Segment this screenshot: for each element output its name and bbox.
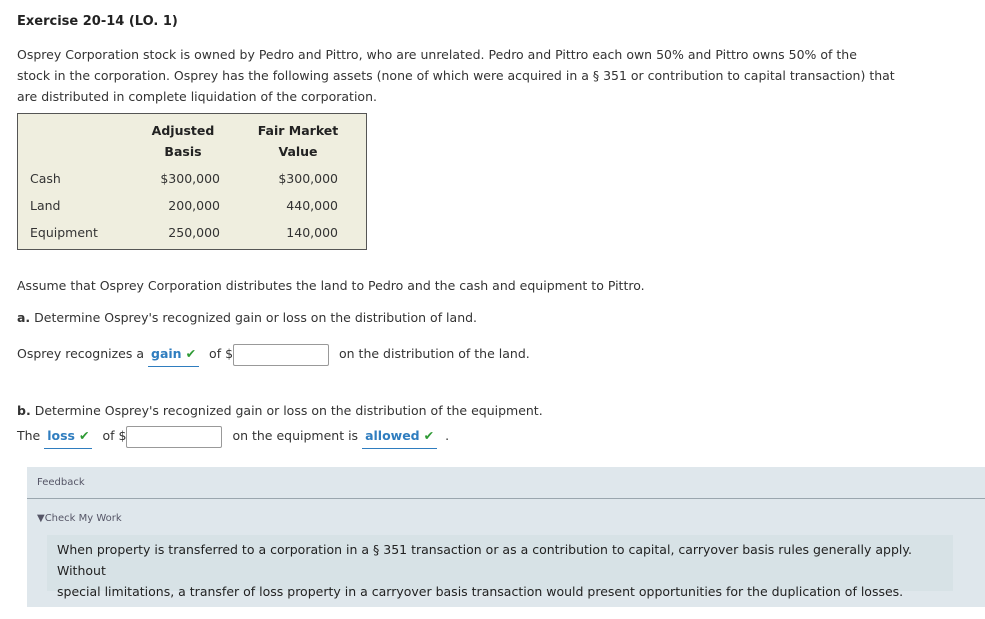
part-b-answer: The loss ✔ of $ on the equipment is allow… xyxy=(17,425,449,449)
fmv-equipment: 140,000 xyxy=(286,225,338,240)
part-b-amount-input[interactable] xyxy=(126,425,223,448)
part-a-question: a. Determine Osprey's recognized gain or… xyxy=(17,310,477,325)
part-a-prefix: Osprey recognizes a xyxy=(17,346,145,361)
feedback-line-2: special limitations, a transfer of loss … xyxy=(57,584,904,599)
part-a-of-label: of $ xyxy=(209,346,234,361)
intro-line-2: stock in the corporation. Osprey has the… xyxy=(17,68,895,83)
part-a-answer: Osprey recognizes a gain ✔ of $ on the di… xyxy=(17,343,530,367)
header-basis: Basis xyxy=(164,144,202,159)
part-a-suffix: on the distribution of the land. xyxy=(339,346,530,361)
asset-name-cash: Cash xyxy=(30,171,61,186)
assumption-text: Assume that Osprey Corporation distribut… xyxy=(17,278,645,293)
part-b-of-label: of $ xyxy=(102,428,127,443)
exercise-title: Exercise 20-14 (LO. 1) xyxy=(17,14,178,29)
check-my-work-label: Check My Work xyxy=(44,513,122,524)
feedback-panel: Feedback ▼Check My Work When property is… xyxy=(27,467,985,607)
part-b-question-text: Determine Osprey's recognized gain or lo… xyxy=(34,403,543,418)
part-b-allowed-select[interactable]: allowed ✔ xyxy=(362,425,438,449)
part-a-question-text: Determine Osprey's recognized gain or lo… xyxy=(34,310,478,325)
check-icon: ✔ xyxy=(423,428,435,443)
fmv-cash: $300,000 xyxy=(278,171,338,186)
basis-cash: $300,000 xyxy=(160,171,220,186)
part-a-amount-input[interactable] xyxy=(233,343,330,366)
part-b-end: . xyxy=(445,428,450,443)
part-a-gain-loss-select[interactable]: gain ✔ xyxy=(148,343,200,367)
basis-land: 200,000 xyxy=(168,198,220,213)
asset-name-land: Land xyxy=(30,198,61,213)
triangle-down-icon: ▼ xyxy=(37,513,45,524)
part-b-question: b. Determine Osprey's recognized gain or… xyxy=(17,403,543,418)
assets-table: Adjusted Basis Fair Market Value Cash $3… xyxy=(17,113,367,250)
header-adjusted-basis: Adjusted Basis xyxy=(138,120,228,162)
feedback-text: When property is transferred to a corpor… xyxy=(47,535,953,599)
header-fair-market: Fair Market xyxy=(257,123,339,138)
asset-name-equipment: Equipment xyxy=(30,225,98,240)
header-adjusted: Adjusted xyxy=(151,123,215,138)
header-value: Value xyxy=(278,144,318,159)
part-b-prefix: The xyxy=(17,428,41,443)
intro-paragraph: Osprey Corporation stock is owned by Ped… xyxy=(17,44,897,107)
part-b-middle: on the equipment is xyxy=(232,428,359,443)
part-a-letter: a. xyxy=(17,310,31,325)
feedback-line-1: When property is transferred to a corpor… xyxy=(57,542,912,578)
intro-line-3: are distributed in complete liquidation … xyxy=(17,89,377,104)
feedback-label: Feedback xyxy=(37,477,85,488)
intro-line-1: Osprey Corporation stock is owned by Ped… xyxy=(17,47,857,62)
feedback-divider xyxy=(27,498,985,499)
fmv-land: 440,000 xyxy=(286,198,338,213)
check-my-work-toggle[interactable]: ▼Check My Work xyxy=(37,513,122,524)
part-b-selection-1: loss xyxy=(47,428,75,443)
header-fair-market-value: Fair Market Value xyxy=(248,120,348,162)
check-icon: ✔ xyxy=(185,346,197,361)
part-a-selection: gain xyxy=(151,346,182,361)
check-icon: ✔ xyxy=(79,428,90,443)
basis-equipment: 250,000 xyxy=(168,225,220,240)
part-b-gain-loss-select[interactable]: loss ✔ xyxy=(44,425,93,449)
part-b-selection-2: allowed xyxy=(365,428,420,443)
part-b-letter: b. xyxy=(17,403,31,418)
